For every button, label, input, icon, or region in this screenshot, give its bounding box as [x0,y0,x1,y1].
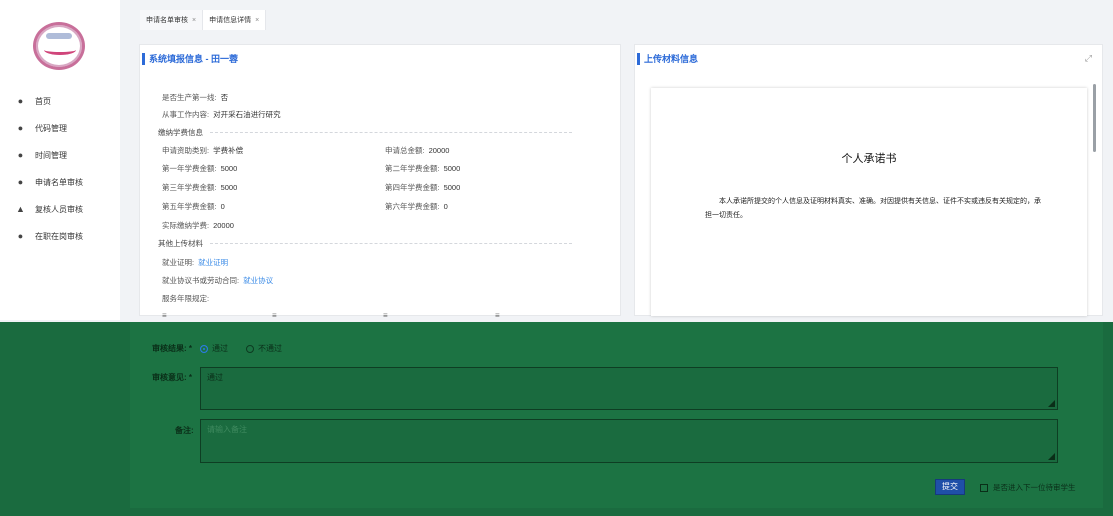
next-student-checkbox[interactable]: 是否进入下一位待审学生 [980,482,1076,493]
tab-application-detail[interactable]: 申请信息详情 × [203,10,267,30]
panel-title: 上传材料信息 [637,53,698,65]
section-other-materials: 其他上传材料 [158,239,203,248]
field-actual-paid: 实际缴纳学费: 20000 [162,221,234,230]
logo-ring [46,33,72,39]
home-icon: ● [17,96,24,106]
nav-label: 代码管理 [35,124,67,133]
checkbox-box[interactable] [980,483,988,492]
nav-item-onduty-review[interactable]: ● 在职在岗审核 [0,223,120,250]
code-icon: ● [17,123,24,133]
nav-item-home[interactable]: ● 首页 [0,88,120,115]
review-opinion-label: 审核意见: * [152,373,192,382]
close-icon[interactable]: × [192,17,196,24]
remark-textarea[interactable]: 请输入备注 [200,419,1058,463]
nav-label: 在职在岗审核 [35,232,83,241]
logo-swoosh [44,45,76,55]
nav-label: 时间管理 [35,151,67,160]
clock-icon: ● [17,150,24,160]
scrollbar[interactable] [1093,84,1096,152]
document-preview: 个人承诺书 本人承诺所提交的个人信息及证明材料真实、准确。对因提供有关信息、证件… [651,88,1087,316]
radio-pass[interactable]: 通过 [200,343,228,354]
tab-label: 申请名单审核 [146,17,188,24]
radio-dot[interactable] [200,344,208,353]
review-result-label: 审核结果: * [152,344,192,353]
submit-button[interactable]: 提交 [935,479,965,495]
divider [210,243,572,244]
user-icon: ▲ [16,204,25,214]
field-year4: 第四年学费金额: 5000 [385,183,461,192]
system-info-panel: 系统填报信息 - 田一蓉 是否生产第一线: 否 从事工作内容: 对开采石油进行研究 … [139,44,621,320]
document-body: 本人承诺所提交的个人信息及证明材料真实、准确。对因提供有关信息、证件不实或违反有… [705,197,1041,219]
field-year1: 第一年学费金额: 5000 [162,164,238,173]
field-subsidy-type: 申请资助类别: 学费补偿 [162,146,244,155]
nav-item-recheck-review[interactable]: ▲ 复核人员审核 [0,196,120,223]
field-employment-proof: 就业证明: 就业证明 [162,258,229,267]
divider [210,132,572,133]
tab-label: 申请信息详情 [209,17,252,24]
sidebar: ● 首页 ● 代码管理 ● 时间管理 ● 申请名单审核 ▲ 复核人员审核 ● 在… [0,0,120,320]
scroll-handle-icon[interactable]: ≡ [495,311,500,320]
employment-proof-link[interactable]: 就业证明 [198,258,228,267]
field-employment-agreement: 就业协议书或劳动合同: 就业协议 [162,276,274,285]
nav-item-time[interactable]: ● 时间管理 [0,142,120,169]
expand-icon[interactable]: ⤢ [1085,53,1092,64]
remark-placeholder: 请输入备注 [207,425,247,434]
field-work-content: 从事工作内容: 对开采石油进行研究 [162,110,281,119]
radio-fail[interactable]: 不通过 [246,343,282,354]
field-year6: 第六年学费金额: 0 [385,202,448,211]
review-opinion-value: 通过 [207,373,223,382]
nav-item-code[interactable]: ● 代码管理 [0,115,120,142]
tab-bar: 申请名单审核 × 申请信息详情 × [140,10,267,30]
nav-menu: ● 首页 ● 代码管理 ● 时间管理 ● 申请名单审核 ▲ 复核人员审核 ● 在… [0,88,120,250]
resize-grip-icon[interactable] [1048,400,1055,407]
tab-application-review[interactable]: 申请名单审核 × [140,10,204,30]
close-icon[interactable]: × [255,17,259,24]
panel-title: 系统填报信息 - 田一蓉 [142,53,238,65]
field-service-years: 服务年限规定: [162,294,210,303]
nav-label: 申请名单审核 [35,178,83,187]
review-opinion-textarea[interactable]: 通过 [200,367,1058,410]
resize-grip-icon[interactable] [1048,453,1055,460]
document-title: 个人承诺书 [841,152,897,165]
field-year5: 第五年学费金额: 0 [162,202,225,211]
section-tuition: 缴纳学费信息 [158,128,203,137]
scroll-handle-icon[interactable]: ≡ [272,311,277,320]
logo [33,22,85,70]
scroll-handle-icon[interactable]: ≡ [162,311,167,320]
radio-dot[interactable] [246,344,254,353]
field-year3: 第三年学费金额: 5000 [162,183,238,192]
briefcase-icon: ● [17,231,24,241]
employment-agreement-link[interactable]: 就业协议 [243,276,273,285]
nav-item-application-review[interactable]: ● 申请名单审核 [0,169,120,196]
field-first-line: 是否生产第一线: 否 [162,93,229,102]
list-icon: ● [17,177,24,187]
nav-label: 复核人员审核 [35,205,83,214]
remark-label: 备注: [175,426,194,435]
scroll-handle-icon[interactable]: ≡ [383,311,388,320]
field-total-amount: 申请总金额: 20000 [385,146,450,155]
field-year2: 第二年学费金额: 5000 [385,164,461,173]
nav-label: 首页 [35,97,51,106]
next-student-label: 是否进入下一位待审学生 [993,483,1076,492]
